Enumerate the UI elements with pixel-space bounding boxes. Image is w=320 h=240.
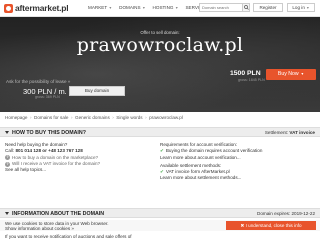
nav-market-label: MARKET (88, 5, 108, 10)
nav-domains-label: DOMAINS (119, 5, 141, 10)
domain-info-title: INFORMATION ABOUT THE DOMAIN (12, 211, 105, 217)
expires-date: 2019-12-22 (291, 211, 316, 216)
login-button[interactable]: Log in ▼ (287, 3, 315, 12)
cookie-banner: We use cookies to store data in your Web… (0, 220, 320, 231)
nav-hosting-label: HOSTING (152, 5, 174, 10)
buy-domain-button[interactable]: Buy domain (69, 86, 125, 96)
chevron-down-icon: ▼ (174, 5, 179, 10)
breadcrumb-domains-for-sale[interactable]: Domains for sale (34, 115, 68, 120)
logo[interactable]: aftermarket.pl (4, 3, 69, 13)
breadcrumb-current: prawowroclaw.pl (149, 115, 183, 120)
search-icon (243, 5, 249, 10)
caret-down-icon (5, 211, 9, 215)
cookie-accept-button[interactable]: ✖ I understand, close this info (226, 221, 316, 230)
settlement-value: VAT invoice (289, 130, 315, 135)
question-icon: ? (5, 161, 10, 167)
settlement-label: Settlement: (264, 130, 289, 135)
domain-info-header[interactable]: INFORMATION ABOUT THE DOMAIN Domain expi… (0, 208, 320, 218)
breadcrumb-single-words[interactable]: Single words (116, 115, 142, 120)
nav-domains[interactable]: DOMAINS ▼ (119, 5, 145, 10)
chevron-down-icon: ▼ (142, 5, 146, 10)
question-icon: ? (5, 155, 10, 161)
help-column: Need help buying the domain? Call: 801 0… (5, 142, 155, 173)
chevron-down-icon: ▼ (108, 5, 113, 10)
breadcrumb-separator-icon: › (112, 115, 114, 120)
requirements-column: Requirements for account verification: ✔… (160, 142, 316, 182)
cookie-accept-label: I understand, close this info (245, 223, 302, 228)
settlement-info: Settlement: VAT invoice (265, 130, 315, 135)
chevron-down-icon: ▼ (300, 72, 305, 76)
logo-mark-icon (4, 3, 13, 13)
nav-hosting[interactable]: HOSTING ▼ (153, 5, 179, 10)
hero-banner: Offer to sell domain: prawowroclaw.pl As… (0, 17, 320, 112)
chevron-down-icon: ▼ (306, 6, 310, 10)
call-numbers: 801 014 128 or +48 123 767 128 (15, 148, 83, 154)
total-price-gross: gross: 1845 PLN (238, 78, 265, 82)
buy-now-label: Buy Now (277, 71, 299, 77)
domain-search-input[interactable] (199, 3, 243, 12)
top-bar: aftermarket.pl MARKET ▼ DOMAINS ▼ HOSTING ▼… (0, 0, 320, 17)
monthly-price-gross: gross: 369 PLN (35, 95, 60, 99)
expires-label: Domain expires: (257, 211, 291, 216)
breadcrumb-generic-domains[interactable]: Generic domains (75, 115, 110, 120)
nav-market[interactable]: MARKET ▼ (88, 5, 112, 10)
notify-text: If you want to receive notification of a… (5, 234, 132, 239)
search-button[interactable] (242, 3, 250, 12)
cookie-info-link[interactable]: Show information about cookies » (5, 226, 74, 231)
total-price: 1500 PLN (230, 70, 261, 77)
lease-possibility-link[interactable]: Ask for the possibility of lease » (6, 79, 70, 84)
breadcrumb-separator-icon: › (145, 115, 147, 120)
breadcrumb-home[interactable]: Homepage (5, 115, 27, 120)
caret-down-icon (5, 130, 9, 134)
call-label: Call: (5, 148, 15, 154)
breadcrumb-separator-icon: › (70, 115, 73, 120)
verification-item-label: Buying the domain requires account verif… (165, 148, 263, 154)
settlement-learn-more-link[interactable]: Learn more about settlement methods... (160, 175, 316, 181)
domain-title: prawowroclaw.pl (76, 34, 244, 56)
logo-text: aftermarket.pl (15, 3, 69, 13)
breadcrumb-separator-icon: › (29, 115, 32, 120)
all-help-topics-link[interactable]: See all help topics... (5, 167, 155, 173)
login-label: Log in (292, 5, 305, 10)
how-to-buy-title: HOW TO BUY THIS DOMAIN? (12, 130, 86, 136)
buy-now-button[interactable]: Buy Now ▼ (266, 69, 316, 80)
how-to-buy-header[interactable]: HOW TO BUY THIS DOMAIN? Settlement: VAT … (0, 127, 320, 137)
register-button[interactable]: Register (253, 3, 283, 12)
domain-expires: Domain expires: 2019-12-22 (257, 211, 315, 216)
breadcrumb: Homepage › Domains for sale › Generic doma… (5, 115, 183, 120)
check-icon: ✔ (160, 148, 164, 154)
